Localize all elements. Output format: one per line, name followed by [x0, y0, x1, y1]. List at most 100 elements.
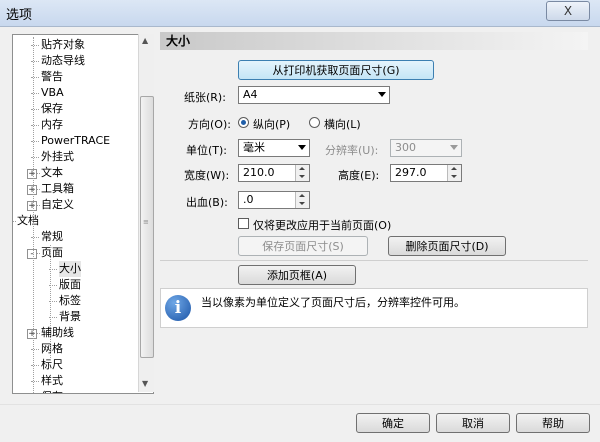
unit-select[interactable]: 毫米	[238, 139, 310, 157]
info-box: i 当以像素为单位定义了页面尺寸后，分辨率控件可用。	[160, 288, 588, 328]
expand-icon[interactable]: +	[27, 185, 37, 195]
tree-item[interactable]: 外挂式	[41, 149, 74, 165]
tree-item-label: 标签	[59, 294, 81, 307]
tree-item[interactable]: 标尺	[41, 357, 63, 373]
scrollbar-thumb[interactable]	[140, 96, 154, 358]
tree-item-label: 网格	[41, 342, 63, 355]
tree-item[interactable]: 文档	[17, 213, 39, 229]
options-tree[interactable]: 贴齐对象 动态导线 警告 VBA 保存 内存 PowerTRACE 外挂式 文本 + 工具箱 + 自定义…	[12, 34, 154, 394]
paper-select[interactable]: A4	[238, 86, 390, 104]
tree-item-label: 自定义	[41, 198, 74, 211]
delete-page-size-button[interactable]: 删除页面尺寸(D)	[388, 236, 506, 256]
portrait-label[interactable]: 纵向(P)	[253, 116, 290, 132]
grip-icon: ≡	[143, 218, 149, 226]
resolution-label: 分辨率(U):	[325, 144, 379, 157]
apply-current-page-checkbox[interactable]	[238, 218, 249, 229]
width-value: 210.0	[243, 166, 275, 179]
get-size-from-printer-button[interactable]: 从打印机获取页面尺寸(G)	[238, 60, 434, 80]
window-title: 选项	[6, 8, 33, 23]
tree-connector	[37, 205, 40, 206]
tree-item[interactable]: 保存	[41, 389, 63, 393]
collapse-icon[interactable]: -	[27, 249, 37, 259]
tree-item[interactable]: VBA	[41, 85, 64, 101]
unit-label: 单位(T):	[186, 144, 228, 157]
tree-item[interactable]: 内存	[41, 117, 63, 133]
tree-item[interactable]: 常规	[41, 229, 63, 245]
expand-icon[interactable]: +	[27, 329, 37, 339]
tree-connector	[37, 253, 40, 254]
tree-item-label: 大小	[59, 262, 81, 275]
tree-item-label: 文档	[17, 214, 39, 227]
tree-scrollbar[interactable]: ▲ ≡ ▼	[138, 34, 154, 392]
spin-down-icon[interactable]	[295, 200, 309, 208]
tree-item-label: 动态导线	[41, 54, 85, 67]
tree-item-label: 背景	[59, 310, 81, 323]
tree-item[interactable]: 页面	[41, 245, 63, 261]
tree-item[interactable]: 网格	[41, 341, 63, 357]
expand-icon[interactable]: +	[27, 169, 37, 179]
tree-item[interactable]: 保存	[41, 101, 63, 117]
width-spinner[interactable]: 210.0	[238, 164, 310, 182]
info-icon: i	[165, 295, 191, 321]
tree-item[interactable]: 警告	[41, 69, 63, 85]
title-bar: 选项 X	[0, 0, 600, 27]
tree-item[interactable]: 标签	[59, 293, 81, 309]
tree-item-label: 页面	[41, 246, 63, 259]
tree-item-label: 工具箱	[41, 182, 74, 195]
tree-connector	[37, 173, 40, 174]
tree-item-label: 警告	[41, 70, 63, 83]
tree-connector	[37, 189, 40, 190]
height-spinner[interactable]: 297.0	[390, 164, 462, 182]
tree-item-label: 标尺	[41, 358, 63, 371]
help-button[interactable]: 帮助	[516, 413, 590, 433]
resolution-value: 300	[395, 141, 416, 154]
tree-connector	[37, 333, 40, 334]
add-page-frame-button[interactable]: 添加页框(A)	[238, 265, 356, 285]
collapse-icon[interactable]: -	[12, 217, 13, 227]
close-button[interactable]: X	[546, 1, 590, 21]
tree-item-label: 文本	[41, 166, 63, 179]
tree-item-label: 辅助线	[41, 326, 74, 339]
tree-item-label: PowerTRACE	[41, 134, 111, 147]
tree-item[interactable]: 贴齐对象	[41, 37, 85, 53]
info-text: 当以像素为单位定义了页面尺寸后，分辨率控件可用。	[201, 296, 465, 309]
tree-item[interactable]: 样式	[41, 373, 63, 389]
section-header: 大小	[160, 32, 588, 50]
spin-down-icon[interactable]	[295, 173, 309, 181]
tree-item[interactable]: 文本	[41, 165, 63, 181]
expand-icon[interactable]: +	[27, 201, 37, 211]
tree-item-label: 保存	[41, 390, 63, 393]
bleed-spinner[interactable]: .0	[238, 191, 310, 209]
tree-item-label: 保存	[41, 102, 63, 115]
scroll-up-icon[interactable]: ▲	[142, 36, 148, 45]
spin-down-icon[interactable]	[447, 173, 461, 181]
tree-item-label: 样式	[41, 374, 63, 387]
tree-item-label: 内存	[41, 118, 63, 131]
tree-item[interactable]: 辅助线	[41, 325, 74, 341]
tree-item-label: 常规	[41, 230, 63, 243]
divider	[160, 260, 588, 261]
portrait-radio[interactable]	[238, 117, 249, 128]
apply-current-page-label[interactable]: 仅将更改应用于当前页面(O)	[253, 217, 391, 233]
tree-item[interactable]: 动态导线	[41, 53, 85, 69]
tree-item[interactable]: PowerTRACE	[41, 133, 110, 149]
paper-label: 纸张(R):	[184, 91, 226, 104]
tree-guide	[50, 245, 51, 360]
cancel-button[interactable]: 取消	[436, 413, 510, 433]
ok-button[interactable]: 确定	[356, 413, 430, 433]
tree-item[interactable]: 版面	[59, 277, 81, 293]
scroll-down-icon[interactable]: ▼	[142, 379, 148, 388]
orientation-label: 方向(O):	[188, 118, 231, 131]
tree-item[interactable]: 大小	[59, 261, 81, 277]
landscape-label[interactable]: 横向(L)	[324, 116, 361, 132]
unit-value: 毫米	[243, 141, 265, 154]
tree-item[interactable]: 工具箱	[41, 181, 74, 197]
resolution-select: 300	[390, 139, 462, 157]
tree-item-label: 贴齐对象	[41, 38, 85, 51]
tree-item[interactable]: 自定义	[41, 197, 74, 213]
tree-item[interactable]: 背景	[59, 309, 81, 325]
footer-divider	[0, 404, 600, 405]
tree-item-label: 版面	[59, 278, 81, 291]
height-label: 高度(E):	[338, 169, 380, 182]
landscape-radio[interactable]	[309, 117, 320, 128]
